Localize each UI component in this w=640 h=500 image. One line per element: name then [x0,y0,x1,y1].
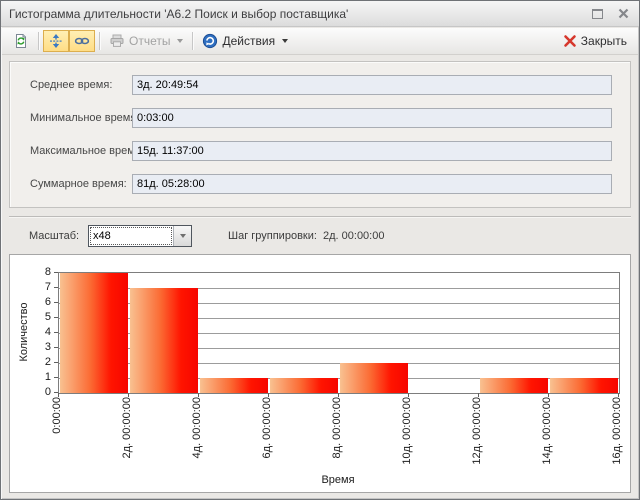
stat-label: Суммарное время: [30,174,127,195]
window-controls [589,7,631,21]
actions-dropdown-icon [282,39,288,43]
window-close-icon [618,8,629,19]
histogram-chart: Количество Время 0123456780:00:002д. 00:… [9,254,631,493]
close-label: Закрыть [581,34,627,48]
scale-label: Масштаб: [29,225,79,247]
app-window: Гистограмма длительности 'А6.2 Поиск и в… [0,0,640,500]
y-tick-label: 0 [29,386,51,399]
maximize-button[interactable] [589,7,605,21]
stat-row: Суммарное время: 81д. 05:28:00 [10,174,630,195]
fit-height-toggle[interactable] [43,30,69,52]
y-tick [54,377,58,378]
histogram-bar [130,288,198,393]
stat-field-total: 81д. 05:28:00 [132,174,612,194]
histogram-bar [550,378,618,393]
y-tick [54,317,58,318]
x-tick-label: 16д. 00:00:00 [611,397,624,469]
y-tick [54,302,58,303]
y-tick [54,272,58,273]
scale-bar: Масштаб: x48 Шаг группировки: 2д. 00:00:… [9,217,631,254]
stat-row: Максимальное время: 15д. 11:37:00 [10,141,630,162]
actions-button[interactable]: Действия [197,30,293,52]
maximize-icon [592,9,603,19]
y-tick-label: 7 [29,281,51,294]
close-button[interactable]: Закрыть [558,30,632,52]
y-tick-label: 4 [29,326,51,339]
x-tick-label: 12д. 00:00:00 [471,397,484,469]
fit-height-icon [48,33,64,49]
histogram-bar [270,378,338,393]
y-tick-label: 3 [29,341,51,354]
y-tick-label: 2 [29,356,51,369]
link-scale-toggle[interactable] [69,30,95,52]
x-tick-label: 14д. 00:00:00 [541,397,554,469]
reports-dropdown-icon [177,39,183,43]
stats-panel: Среднее время: 3д. 20:49:54 Минимальное … [9,61,631,208]
titlebar: Гистограмма длительности 'А6.2 Поиск и в… [1,1,639,27]
grouping-step-label: Шаг группировки: [228,225,317,247]
reports-button[interactable]: Отчеты [104,30,188,52]
y-tick-label: 6 [29,296,51,309]
histogram-bar [60,273,128,393]
window-title: Гистограмма длительности 'А6.2 Поиск и в… [9,7,348,21]
toolbar-separator [192,32,193,50]
x-tick-label: 0:00:00 [51,397,64,469]
stat-field-minimum: 0:03:00 [132,108,612,128]
reports-label: Отчеты [129,34,170,48]
toolbar-separator [38,32,39,50]
scale-combobox[interactable]: x48 [88,225,192,247]
plot-area [58,272,620,394]
toolbar: Отчеты Действия Закрыть [2,28,638,55]
scale-combobox-value: x48 [90,227,172,245]
combo-arrow-icon [180,234,186,238]
stat-label: Минимальное время: [30,108,139,129]
link-icon [74,33,90,49]
y-tick-label: 8 [29,266,51,279]
x-axis-title: Время [58,474,618,486]
stat-field-maximum: 15д. 11:37:00 [132,141,612,161]
y-tick [54,332,58,333]
x-tick-label: 2д. 00:00:00 [121,397,134,469]
x-tick-label: 4д. 00:00:00 [191,397,204,469]
printer-icon [109,33,125,49]
scale-combobox-dropdown-button[interactable] [173,226,191,246]
stat-field-average: 3д. 20:49:54 [132,75,612,95]
stat-row: Среднее время: 3д. 20:49:54 [10,75,630,96]
window-close-button[interactable] [615,7,631,21]
x-tick-label: 6д. 00:00:00 [261,397,274,469]
y-tick [54,347,58,348]
refresh-button[interactable] [8,30,34,52]
y-tick [54,362,58,363]
stat-label: Среднее время: [30,75,112,96]
histogram-bar [340,363,408,393]
x-tick-label: 10д. 00:00:00 [401,397,414,469]
chart-section: Масштаб: x48 Шаг группировки: 2д. 00:00:… [9,216,631,492]
y-tick-label: 1 [29,371,51,384]
refresh-icon [13,33,29,49]
close-x-icon [563,34,577,48]
y-tick-label: 5 [29,311,51,324]
histogram-bar [200,378,268,393]
histogram-bar [480,378,548,393]
actions-icon [202,33,218,49]
x-tick-label: 8д. 00:00:00 [331,397,344,469]
toolbar-separator [99,32,100,50]
grouping-step-value: 2д. 00:00:00 [323,225,384,247]
y-tick [54,287,58,288]
stat-row: Минимальное время: 0:03:00 [10,108,630,129]
stat-label: Максимальное время: [30,141,144,162]
actions-label: Действия [222,34,275,48]
